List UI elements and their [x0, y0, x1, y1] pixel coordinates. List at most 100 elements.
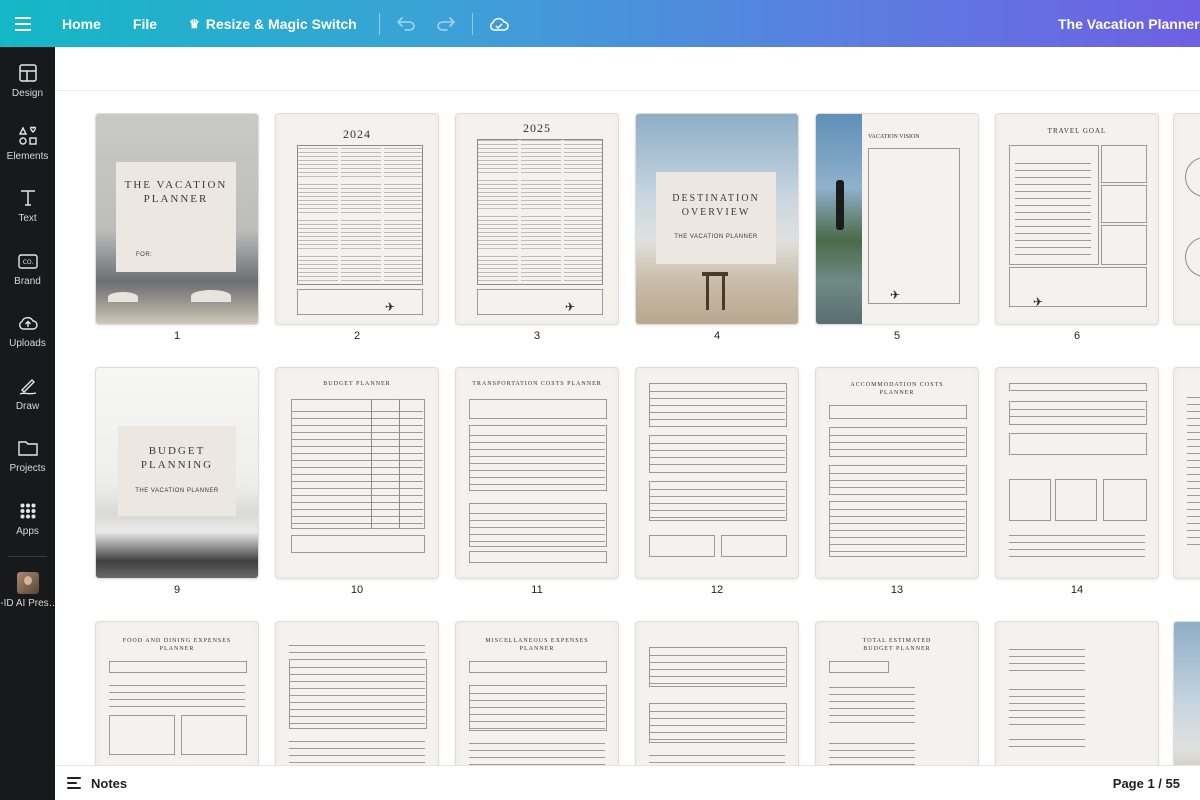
notes-icon [67, 776, 85, 790]
page-thumbnail[interactable]: FOOD AND DINING EXPENSES PLANNER [95, 621, 259, 765]
page-number: 5 [893, 330, 901, 342]
page-thumbnail[interactable] [1173, 621, 1200, 765]
goal-box [1101, 185, 1147, 223]
sidebar-item-text[interactable]: Text [0, 177, 55, 233]
sidebar-item-projects[interactable]: Projects [0, 427, 55, 483]
sidebar-item-profile-app[interactable]: -ID AI Pres… [0, 572, 55, 622]
page-counter[interactable]: Page 1 / 55 [1113, 776, 1180, 791]
pen-icon [17, 375, 39, 397]
form-lines [109, 679, 245, 709]
sidebar-item-elements[interactable]: Elements [0, 115, 55, 171]
form-section [469, 551, 607, 563]
page-thumbnail[interactable]: 2024 ✈ [275, 113, 439, 325]
sidebar-divider [8, 556, 47, 557]
table-column-line [371, 399, 372, 529]
page-thumbnail[interactable] [995, 367, 1159, 579]
layout-icon [17, 62, 39, 84]
page-thumbnail[interactable] [1173, 367, 1200, 579]
page-thumbnail[interactable] [1173, 113, 1200, 325]
upload-cloud-icon [17, 312, 39, 334]
form-lines [649, 483, 785, 519]
page-title: TRANSPORTATION COSTS PLANNER [472, 381, 602, 387]
page-thumbnail[interactable]: BUDGET PLANNER [275, 367, 439, 579]
toolbar-divider [471, 12, 473, 35]
page-thumbnail[interactable]: TOTAL ESTIMATED BUDGET PLANNER [815, 621, 979, 765]
calendar-grid [477, 139, 603, 285]
bottom-bar: Notes Page 1 / 55 [55, 765, 1200, 800]
divider [55, 90, 1200, 91]
page-title: BUDGET PLANNER [323, 381, 391, 387]
avatar [16, 572, 39, 594]
page-thumbnail[interactable]: ACCOMMODATION COSTS PLANNER [815, 367, 979, 579]
page-subtitle: FOR: [136, 252, 153, 258]
page-thumbnail[interactable]: DESTINATION OVERVIEW THE VACATION PLANNE… [635, 113, 799, 325]
page-thumbnail[interactable]: MISCELLANEOUS EXPENSES PLANNER [455, 621, 619, 765]
form-lines [829, 467, 965, 493]
sidebar-item-apps[interactable]: Apps [0, 490, 55, 546]
page-thumbnail[interactable]: VACATION VISION ✈ [815, 113, 979, 325]
circle-shape [1185, 237, 1200, 277]
page-number: 14 [1070, 584, 1084, 596]
cover-title-card: THE VACATION PLANNER FOR: [116, 162, 236, 272]
calendar-grid [297, 145, 423, 285]
sidebar-item-brand[interactable]: CO. Brand [0, 240, 55, 296]
hamburger-menu-icon[interactable] [0, 0, 46, 47]
form-lines [469, 737, 605, 765]
page-thumbnail[interactable] [635, 367, 799, 579]
notes-box [721, 535, 787, 557]
sidebar-item-label: Draw [15, 400, 40, 412]
document-title[interactable]: The Vacation Planner by [1058, 0, 1200, 47]
notes-button[interactable]: Notes [67, 776, 127, 791]
sidebar-item-label: Text [18, 212, 37, 224]
chair-leg [706, 276, 709, 310]
page-thumbnail[interactable] [635, 621, 799, 765]
page-thumbnail[interactable] [275, 621, 439, 765]
form-lines [1187, 391, 1200, 551]
sidebar-item-uploads[interactable]: Uploads [0, 302, 55, 358]
crown-icon: ♛ [189, 16, 200, 31]
page-title: BUDGET PLANNING [140, 445, 214, 471]
left-sidebar: Design Elements Text CO. Brand Uploads D… [0, 47, 55, 800]
home-button[interactable]: Home [46, 0, 117, 47]
form-lines [469, 507, 605, 545]
page-title: DESTINATION OVERVIEW [672, 193, 760, 218]
notes-box [477, 289, 603, 315]
form-lines [649, 437, 785, 471]
cover-title-card: BUDGET PLANNING THE VACATION PLANNER [118, 426, 236, 516]
form-lines [1009, 529, 1145, 559]
page-number: 11 [531, 584, 543, 596]
undo-icon[interactable] [386, 0, 426, 47]
page-thumbnail[interactable]: THE VACATION PLANNER FOR: [95, 113, 259, 325]
file-menu[interactable]: File [117, 0, 173, 47]
form-section [1103, 479, 1147, 521]
form-section [1009, 383, 1147, 391]
resize-magic-switch-button[interactable]: ♛ Resize & Magic Switch [173, 0, 373, 47]
cloud-saved-icon[interactable] [479, 0, 519, 47]
form-lines [829, 503, 965, 555]
page-thumbnail[interactable]: 2025 ✈ [455, 113, 619, 325]
form-section [829, 661, 889, 673]
sidebar-item-draw[interactable]: Draw [0, 365, 55, 421]
sidebar-item-label: Design [11, 87, 44, 99]
redo-icon[interactable] [426, 0, 466, 47]
page-thumbnail[interactable]: TRAVEL GOAL ✈ [995, 113, 1159, 325]
form-lines [469, 429, 605, 489]
toolbar-divider [378, 12, 380, 35]
page-thumbnail[interactable] [995, 621, 1159, 765]
form-lines [469, 687, 605, 729]
page-thumbnail[interactable]: BUDGET PLANNING THE VACATION PLANNER [95, 367, 259, 579]
page-title: TOTAL ESTIMATED BUDGET PLANNER [862, 638, 932, 652]
form-lines [829, 737, 915, 765]
notes-label: Notes [91, 775, 128, 791]
page-title: THE VACATION PLANNER [124, 179, 228, 205]
form-section [829, 405, 967, 419]
fun-ideas-box [1009, 267, 1147, 307]
page-number: 6 [1073, 330, 1081, 342]
umbrella-shape [191, 290, 231, 302]
apps-grid-icon [17, 500, 39, 522]
sidebar-item-design[interactable]: Design [0, 52, 55, 108]
page-thumbnail[interactable]: TRANSPORTATION COSTS PLANNER [455, 367, 619, 579]
page-number: 12 [710, 584, 724, 596]
shapes-icon [17, 125, 39, 147]
form-section [1055, 479, 1097, 521]
